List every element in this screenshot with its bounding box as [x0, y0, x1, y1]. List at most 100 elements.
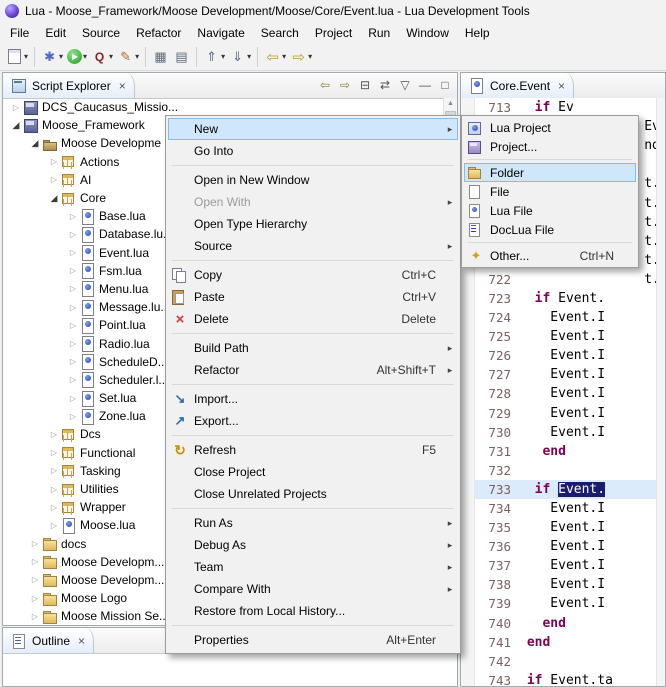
line-number[interactable]: 743: [475, 673, 519, 686]
tab-script-explorer[interactable]: Script Explorer ×: [3, 73, 135, 98]
menubar-item-window[interactable]: Window: [398, 24, 457, 42]
context-menu-item-paste[interactable]: PasteCtrl+V: [168, 286, 458, 308]
code-line[interactable]: 729Event.I: [475, 404, 657, 423]
code-line[interactable]: 731end: [475, 442, 657, 461]
line-number[interactable]: 742: [475, 654, 519, 669]
line-number[interactable]: 733: [475, 482, 519, 497]
menubar-item-edit[interactable]: Edit: [37, 24, 74, 42]
dropdown-caret-icon[interactable]: ▾: [83, 52, 87, 61]
menubar-item-refactor[interactable]: Refactor: [128, 24, 189, 42]
code-line[interactable]: 743if Event.ta: [475, 671, 657, 686]
close-icon[interactable]: ×: [119, 79, 126, 93]
new-submenu-item-project[interactable]: Project...: [464, 137, 636, 156]
dropdown-caret-icon[interactable]: ▾: [24, 52, 28, 61]
code-line[interactable]: 742: [475, 652, 657, 671]
code-line[interactable]: 735Event.I: [475, 518, 657, 537]
context-menu-item-open-type-hierarchy[interactable]: Open Type Hierarchy: [168, 213, 458, 235]
collapse-all-icon[interactable]: ⊟: [356, 76, 374, 94]
line-number[interactable]: 729: [475, 406, 519, 421]
view-menu-icon[interactable]: ▽: [396, 76, 414, 94]
next-annotation-button[interactable]: ▾: [227, 46, 253, 68]
menubar-item-file[interactable]: File: [2, 24, 37, 42]
expand-arrow-icon[interactable]: ▷: [66, 303, 80, 312]
back-icon[interactable]: ⇦: [316, 76, 334, 94]
line-number[interactable]: 734: [475, 501, 519, 516]
expand-arrow-icon[interactable]: ▷: [47, 466, 61, 475]
expand-arrow-icon[interactable]: ▷: [66, 375, 80, 384]
context-menu-item-build-path[interactable]: Build Path▸: [168, 337, 458, 359]
back-button[interactable]: ▾: [262, 46, 288, 68]
menubar-item-run[interactable]: Run: [360, 24, 398, 42]
new-submenu-item-lua-file[interactable]: Lua File: [464, 201, 636, 220]
code-line[interactable]: 725Event.I: [475, 327, 657, 346]
format-button[interactable]: ▾: [115, 46, 141, 68]
line-number[interactable]: 727: [475, 367, 519, 382]
new-submenu-item-doclua-file[interactable]: DocLua File: [464, 220, 636, 239]
expand-arrow-icon[interactable]: ▷: [28, 575, 42, 584]
expand-arrow-icon[interactable]: ▷: [28, 539, 42, 548]
expand-arrow-icon[interactable]: ▷: [66, 394, 80, 403]
context-menu-item-delete[interactable]: DeleteDelete: [168, 308, 458, 330]
context-menu-item-copy[interactable]: CopyCtrl+C: [168, 264, 458, 286]
close-icon[interactable]: ×: [558, 79, 565, 93]
line-number[interactable]: 725: [475, 329, 519, 344]
line-number[interactable]: 739: [475, 596, 519, 611]
tab-outline[interactable]: Outline ×: [3, 628, 94, 653]
collapse-arrow-icon[interactable]: ◢: [28, 138, 42, 149]
context-menu-item-debug-as[interactable]: Debug As▸: [168, 534, 458, 556]
menubar-item-help[interactable]: Help: [457, 24, 498, 42]
expand-arrow-icon[interactable]: ▷: [47, 175, 61, 184]
context-menu-item-refresh[interactable]: RefreshF5: [168, 439, 458, 461]
code-line[interactable]: 732: [475, 461, 657, 480]
expand-arrow-icon[interactable]: ▷: [66, 230, 80, 239]
line-number[interactable]: 737: [475, 558, 519, 573]
code-line[interactable]: 728Event.I: [475, 384, 657, 403]
coverage-button[interactable]: ▾: [89, 46, 115, 68]
menubar-item-search[interactable]: Search: [253, 24, 307, 42]
dropdown-caret-icon[interactable]: ▾: [308, 52, 312, 61]
code-line[interactable]: 741end: [475, 633, 657, 652]
expand-arrow-icon[interactable]: ▷: [66, 339, 80, 348]
new-submenu-item-lua-project[interactable]: Lua Project: [464, 118, 636, 137]
line-number[interactable]: 724: [475, 310, 519, 325]
line-number[interactable]: 740: [475, 616, 519, 631]
line-number[interactable]: 728: [475, 386, 519, 401]
line-number[interactable]: 723: [475, 291, 519, 306]
new-button[interactable]: ▾: [4, 46, 30, 68]
run-button[interactable]: ▾: [65, 46, 89, 68]
line-number[interactable]: 726: [475, 348, 519, 363]
context-menu-item-team[interactable]: Team▸: [168, 556, 458, 578]
forward-icon[interactable]: ⇨: [336, 76, 354, 94]
code-line[interactable]: 739Event.I: [475, 594, 657, 613]
context-menu-item-export[interactable]: Export...: [168, 410, 458, 432]
code-line[interactable]: 730Event.I: [475, 423, 657, 442]
menubar-item-project[interactable]: Project: [307, 24, 360, 42]
code-line[interactable]: 726Event.I: [475, 346, 657, 365]
link-editor-icon[interactable]: ⇄: [376, 76, 394, 94]
expand-arrow-icon[interactable]: ▷: [66, 284, 80, 293]
dropdown-caret-icon[interactable]: ▾: [221, 52, 225, 61]
line-number[interactable]: 741: [475, 635, 519, 650]
code-line[interactable]: 734Event.I: [475, 499, 657, 518]
context-menu-item-new[interactable]: New▸: [168, 118, 458, 140]
line-number[interactable]: 738: [475, 577, 519, 592]
maximize-icon[interactable]: □: [436, 76, 454, 94]
line-number[interactable]: 722: [475, 272, 519, 287]
context-menu-item-open-in-new-window[interactable]: Open in New Window: [168, 169, 458, 191]
context-menu-item-run-as[interactable]: Run As▸: [168, 512, 458, 534]
code-line[interactable]: 740end: [475, 614, 657, 633]
expand-arrow-icon[interactable]: ▷: [47, 485, 61, 494]
minimize-icon[interactable]: —: [416, 76, 434, 94]
context-menu-item-close-unrelated-projects[interactable]: Close Unrelated Projects: [168, 483, 458, 505]
context-menu-item-compare-with[interactable]: Compare With▸: [168, 578, 458, 600]
context-menu-item-go-into[interactable]: Go Into: [168, 140, 458, 162]
code-line[interactable]: 727Event.I: [475, 365, 657, 384]
expand-arrow-icon[interactable]: ▷: [66, 212, 80, 221]
new-submenu-item-other[interactable]: Other...Ctrl+N: [464, 246, 636, 265]
expand-arrow-icon[interactable]: ▷: [66, 266, 80, 275]
expand-arrow-icon[interactable]: ▷: [66, 357, 80, 366]
line-number[interactable]: 730: [475, 425, 519, 440]
expand-arrow-icon[interactable]: ▷: [28, 612, 42, 621]
context-menu-item-close-project[interactable]: Close Project: [168, 461, 458, 483]
code-line[interactable]: 723if Event.: [475, 289, 657, 308]
